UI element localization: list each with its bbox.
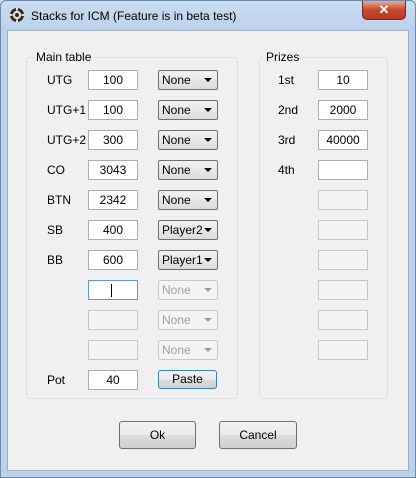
close-button[interactable]: ✕ [362, 1, 406, 20]
prize-input-7th[interactable] [318, 250, 368, 270]
stack-input-btn[interactable]: 2342 [88, 190, 138, 210]
player-select-value: None [162, 163, 191, 177]
player-select-value: None [162, 283, 191, 297]
position-label-bb: BB [47, 253, 64, 267]
prize-input-4th[interactable] [318, 160, 368, 180]
dropdown-arrow-icon [204, 198, 212, 202]
dropdown-arrow-icon [204, 168, 212, 172]
dropdown-arrow-icon [204, 108, 212, 112]
prize-input-5th[interactable] [318, 190, 368, 210]
position-label-utg2: UTG+2 [47, 133, 87, 147]
prize-input-3rd[interactable]: 40000 [318, 130, 368, 150]
dropdown-arrow-icon [204, 138, 212, 142]
stack-input-sb[interactable]: 400 [88, 220, 138, 240]
player-select-bb[interactable]: Player1 [158, 250, 218, 270]
close-icon: ✕ [378, 2, 390, 17]
player-select-value: Player1 [162, 253, 203, 267]
dropdown-arrow-icon [204, 348, 212, 352]
player-select-co[interactable]: None [158, 160, 218, 180]
player-select-btn[interactable]: None [158, 190, 218, 210]
prize-input-9th[interactable] [318, 310, 368, 330]
prizes-legend: Prizes [263, 50, 303, 64]
player-select-value: Player2 [162, 223, 203, 237]
dropdown-arrow-icon [204, 78, 212, 82]
prize-input-6th[interactable] [318, 220, 368, 240]
stack-input-utg[interactable]: 100 [88, 70, 138, 90]
player-select-utg1[interactable]: None [158, 100, 218, 120]
title-bar[interactable]: Stacks for ICM (Feature is in beta test)… [1, 1, 415, 31]
player-select-utg[interactable]: None [158, 70, 218, 90]
player-select-value: None [162, 133, 191, 147]
player-select-value: None [162, 193, 191, 207]
player-select-value: None [162, 313, 191, 327]
player-select-empty-3[interactable]: None [158, 340, 218, 360]
stack-input-utg1[interactable]: 100 [88, 100, 138, 120]
cancel-button[interactable]: Cancel [219, 421, 297, 449]
position-label-btn: BTN [47, 193, 71, 207]
stack-input-bb[interactable]: 600 [88, 250, 138, 270]
prize-label-4th: 4th [278, 163, 295, 177]
position-label-utg: UTG [47, 73, 73, 87]
ok-button[interactable]: Ok [119, 421, 196, 449]
player-select-value: None [162, 343, 191, 357]
prize-input-8th[interactable] [318, 280, 368, 300]
player-select-sb[interactable]: Player2 [158, 220, 218, 240]
prize-input-10th[interactable] [318, 340, 368, 360]
player-select-value: None [162, 73, 191, 87]
position-label-utg1: UTG+1 [47, 103, 87, 117]
player-select-value: None [162, 103, 191, 117]
dropdown-arrow-icon [204, 318, 212, 322]
poker-chip-icon [9, 7, 25, 23]
pot-input[interactable]: 40 [88, 370, 138, 390]
dropdown-arrow-icon [204, 228, 212, 232]
player-select-empty-1[interactable]: None [158, 280, 218, 300]
stack-input-empty-2[interactable] [88, 310, 138, 330]
stack-input-utg2[interactable]: 300 [88, 130, 138, 150]
prize-label-2nd: 2nd [278, 103, 299, 117]
stack-input-empty-3[interactable] [88, 340, 138, 360]
pot-label: Pot [47, 373, 66, 387]
main-table-legend: Main table [33, 50, 95, 64]
dropdown-arrow-icon [204, 288, 212, 292]
prize-label-3rd: 3rd [278, 133, 296, 147]
dropdown-arrow-icon [204, 258, 212, 262]
prize-input-2nd[interactable]: 2000 [318, 100, 368, 120]
prize-input-1st[interactable]: 10 [318, 70, 368, 90]
player-select-empty-2[interactable]: None [158, 310, 218, 330]
text-caret [111, 284, 112, 297]
window-title: Stacks for ICM (Feature is in beta test) [31, 9, 237, 23]
player-select-utg2[interactable]: None [158, 130, 218, 150]
position-label-co: CO [47, 163, 65, 177]
position-label-sb: SB [47, 223, 64, 237]
stack-input-co[interactable]: 3043 [88, 160, 138, 180]
paste-button[interactable]: Paste [158, 370, 217, 389]
prize-label-1st: 1st [278, 73, 295, 87]
stack-input-empty-1[interactable] [88, 280, 138, 300]
